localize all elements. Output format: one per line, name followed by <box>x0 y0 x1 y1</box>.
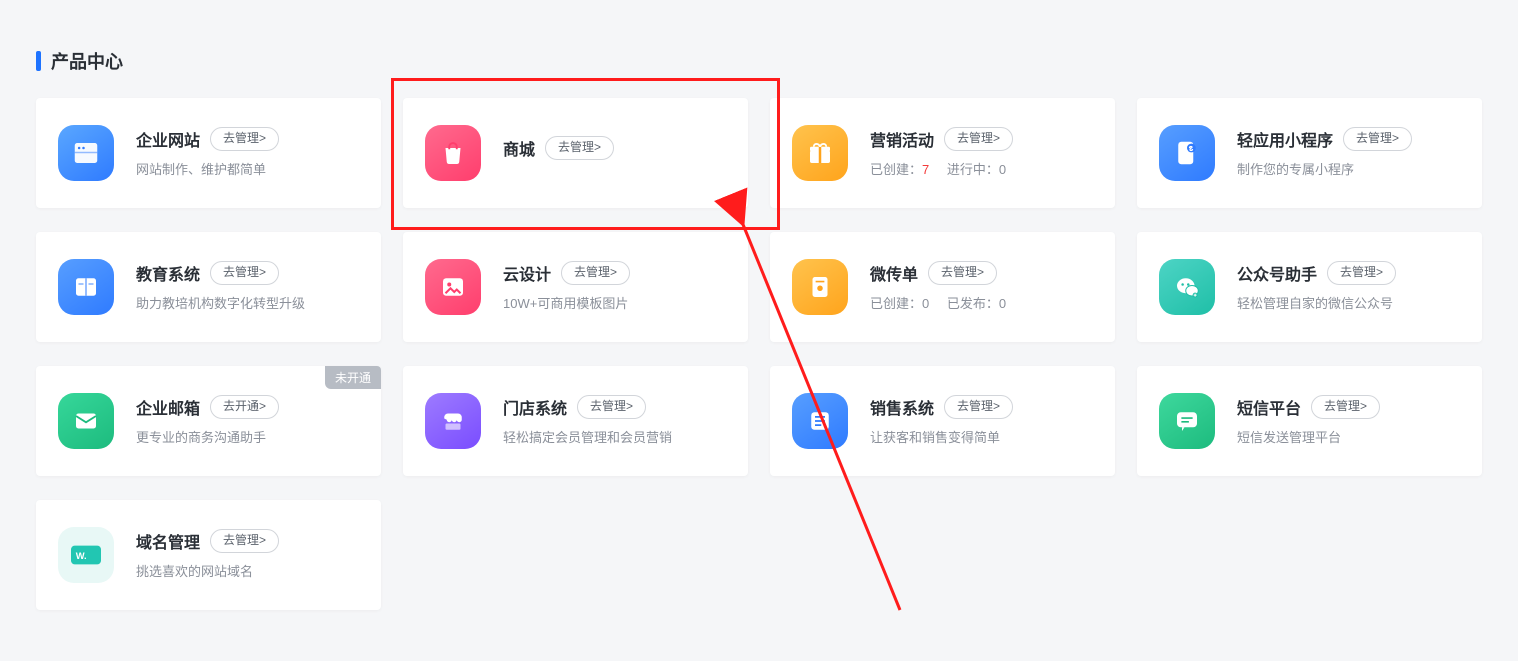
card-cloud-design[interactable]: 云设计 去管理> 10W+可商用模板图片 <box>403 232 748 342</box>
miniapp-icon <box>1159 125 1215 181</box>
card-subtitle: 轻松管理自家的微信公众号 <box>1237 295 1460 313</box>
card-title: 企业网站 <box>136 127 200 151</box>
card-stats: 已创建：7 进行中：0 <box>870 161 1093 179</box>
sms-icon <box>1159 393 1215 449</box>
browser-icon <box>58 125 114 181</box>
card-flyer[interactable]: 微传单 去管理> 已创建：0 已发布：0 <box>770 232 1115 342</box>
accent-bar <box>36 51 41 71</box>
mail-icon <box>58 393 114 449</box>
product-grid: 企业网站 去管理> 网站制作、维护都简单 商城 去管理> <box>36 98 1482 610</box>
card-subtitle: 轻松搞定会员管理和会员营销 <box>503 429 726 447</box>
card-title: 轻应用小程序 <box>1237 127 1333 151</box>
list-icon <box>792 393 848 449</box>
manage-button[interactable]: 去管理> <box>1311 395 1380 419</box>
domain-icon: W. <box>58 527 114 583</box>
manage-button[interactable]: 去管理> <box>210 261 279 285</box>
manage-button[interactable]: 去管理> <box>944 127 1013 151</box>
card-subtitle: 助力教培机构数字化转型升级 <box>136 295 359 313</box>
card-subtitle: 网站制作、维护都简单 <box>136 161 359 179</box>
card-title: 微传单 <box>870 261 918 285</box>
book-icon <box>58 259 114 315</box>
card-title: 企业邮箱 <box>136 395 200 419</box>
card-subtitle: 更专业的商务沟通助手 <box>136 429 359 447</box>
manage-button[interactable]: 去管理> <box>210 127 279 151</box>
card-title: 云设计 <box>503 261 551 285</box>
manage-button[interactable]: 去管理> <box>1343 127 1412 151</box>
card-marketing[interactable]: 营销活动 去管理> 已创建：7 进行中：0 <box>770 98 1115 208</box>
card-title: 商城 <box>503 136 535 160</box>
card-mall[interactable]: 商城 去管理> <box>403 98 748 208</box>
card-title: 销售系统 <box>870 395 934 419</box>
card-title: 公众号助手 <box>1237 261 1317 285</box>
card-wechat-assistant[interactable]: 公众号助手 去管理> 轻松管理自家的微信公众号 <box>1137 232 1482 342</box>
wechat-icon <box>1159 259 1215 315</box>
card-domain[interactable]: W. 域名管理 去管理> 挑选喜欢的网站域名 <box>36 500 381 610</box>
card-education[interactable]: 教育系统 去管理> 助力教培机构数字化转型升级 <box>36 232 381 342</box>
card-subtitle: 制作您的专属小程序 <box>1237 161 1460 179</box>
manage-button[interactable]: 去管理> <box>577 395 646 419</box>
manage-button[interactable]: 去管理> <box>210 529 279 553</box>
gift-icon <box>792 125 848 181</box>
card-title: 门店系统 <box>503 395 567 419</box>
flyer-icon <box>792 259 848 315</box>
card-subtitle: 让获客和销售变得简单 <box>870 429 1093 447</box>
manage-button[interactable]: 去管理> <box>928 261 997 285</box>
card-stats: 已创建：0 已发布：0 <box>870 295 1093 313</box>
card-miniapp[interactable]: 轻应用小程序 去管理> 制作您的专属小程序 <box>1137 98 1482 208</box>
svg-text:W.: W. <box>76 551 87 561</box>
manage-button[interactable]: 去管理> <box>944 395 1013 419</box>
card-title: 短信平台 <box>1237 395 1301 419</box>
card-enterprise-website[interactable]: 企业网站 去管理> 网站制作、维护都简单 <box>36 98 381 208</box>
not-open-badge: 未开通 <box>325 366 381 389</box>
card-sms-platform[interactable]: 短信平台 去管理> 短信发送管理平台 <box>1137 366 1482 476</box>
manage-button[interactable]: 去管理> <box>545 136 614 160</box>
section-title: 产品中心 <box>51 48 123 74</box>
card-title: 教育系统 <box>136 261 200 285</box>
card-title: 域名管理 <box>136 529 200 553</box>
section-header: 产品中心 <box>36 48 1482 74</box>
image-icon <box>425 259 481 315</box>
card-subtitle: 10W+可商用模板图片 <box>503 295 726 313</box>
shopping-bag-icon <box>425 125 481 181</box>
store-icon <box>425 393 481 449</box>
card-enterprise-mail[interactable]: 未开通 企业邮箱 去开通> 更专业的商务沟通助手 <box>36 366 381 476</box>
manage-button[interactable]: 去管理> <box>561 261 630 285</box>
card-store-system[interactable]: 门店系统 去管理> 轻松搞定会员管理和会员营销 <box>403 366 748 476</box>
card-subtitle: 短信发送管理平台 <box>1237 429 1460 447</box>
open-button[interactable]: 去开通> <box>210 395 279 419</box>
card-title: 营销活动 <box>870 127 934 151</box>
card-sales-system[interactable]: 销售系统 去管理> 让获客和销售变得简单 <box>770 366 1115 476</box>
card-subtitle: 挑选喜欢的网站域名 <box>136 563 359 581</box>
manage-button[interactable]: 去管理> <box>1327 261 1396 285</box>
